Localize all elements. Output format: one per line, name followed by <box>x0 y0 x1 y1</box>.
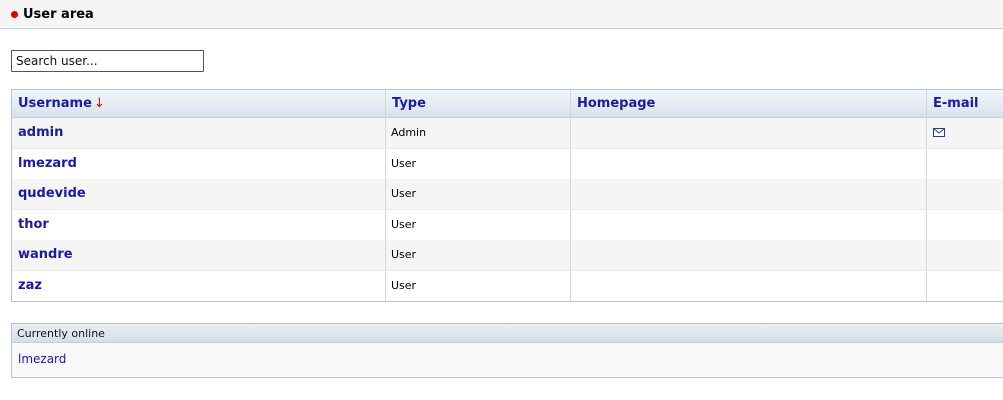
homepage-cell <box>570 240 926 270</box>
username-cell: wandre <box>12 240 385 270</box>
type-cell: User <box>385 179 570 209</box>
currently-online-panel: Currently online lmezard <box>11 323 1003 378</box>
table-row: thor User <box>12 209 1003 241</box>
homepage-cell <box>570 179 926 209</box>
table-row: zaz User <box>12 270 1003 301</box>
envelope-icon[interactable] <box>933 128 945 137</box>
column-header-username[interactable]: Username ↓ <box>12 90 385 117</box>
email-cell <box>926 209 1003 240</box>
type-cell: Admin <box>385 118 570 148</box>
column-header-homepage[interactable]: Homepage <box>570 90 926 117</box>
email-cell <box>926 270 1003 301</box>
user-type-label: User <box>391 187 417 200</box>
bullet-icon <box>11 11 18 18</box>
username-cell: thor <box>12 210 385 240</box>
homepage-cell <box>570 270 926 301</box>
table-row: lmezard User <box>12 148 1003 180</box>
user-type-label: User <box>391 217 417 231</box>
sort-descending-icon: ↓ <box>93 96 105 111</box>
table-row: admin Admin <box>12 118 1003 149</box>
search-user-input[interactable] <box>11 50 204 72</box>
homepage-cell <box>570 148 926 179</box>
username-cell: qudevide <box>12 179 385 209</box>
username-column-label: Username <box>18 96 92 111</box>
homepage-cell <box>570 118 926 148</box>
user-type-label: Admin <box>391 126 427 139</box>
currently-online-title: Currently online <box>17 327 105 340</box>
username-cell: admin <box>12 118 385 148</box>
username-link[interactable]: thor <box>12 217 49 232</box>
table-header-row: Username ↓ Type Homepage E-mail <box>12 90 1003 118</box>
username-cell: lmezard <box>12 149 385 179</box>
section-header: User area <box>0 0 1003 29</box>
username-cell: zaz <box>12 271 385 301</box>
column-header-type[interactable]: Type <box>385 90 570 117</box>
page-title: User area <box>23 7 94 22</box>
homepage-cell <box>570 209 926 240</box>
table-row: qudevide User <box>12 179 1003 210</box>
table-row: wandre User <box>12 240 1003 271</box>
username-link[interactable]: lmezard <box>12 156 77 171</box>
type-cell: User <box>385 209 570 240</box>
user-type-label: User <box>391 278 417 292</box>
user-type-label: User <box>391 248 417 261</box>
type-cell: User <box>385 270 570 301</box>
email-cell <box>926 179 1003 209</box>
column-header-email[interactable]: E-mail <box>926 90 1003 117</box>
username-link[interactable]: zaz <box>12 278 42 293</box>
type-cell: User <box>385 148 570 179</box>
email-cell <box>926 240 1003 270</box>
type-cell: User <box>385 240 570 270</box>
user-area-page: User area Username↓ Type Homepage E-mail… <box>0 0 1003 400</box>
email-cell <box>926 118 1003 148</box>
currently-online-header: Currently online <box>12 324 1003 343</box>
users-table: Username ↓ Type Homepage E-mail admin Admi… <box>11 89 1003 302</box>
online-user-link[interactable]: lmezard <box>18 352 66 367</box>
user-type-label: User <box>391 156 417 170</box>
username-link[interactable]: wandre <box>12 247 73 262</box>
email-cell <box>926 148 1003 179</box>
username-link[interactable]: admin <box>12 125 63 140</box>
username-link[interactable]: qudevide <box>12 186 86 201</box>
